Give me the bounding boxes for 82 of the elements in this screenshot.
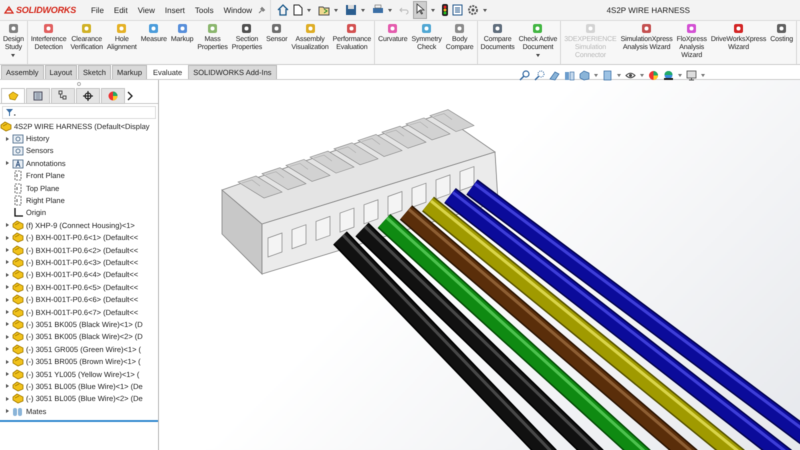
display-style-icon[interactable] — [602, 70, 613, 81]
expand-arrow-icon[interactable] — [4, 298, 10, 302]
expand-arrow-icon[interactable] — [4, 285, 10, 290]
part-icon — [12, 294, 24, 306]
feature-tree-icon — [7, 90, 19, 102]
new-document-icon[interactable] — [293, 4, 304, 16]
print-icon[interactable] — [372, 4, 384, 16]
settings-icon[interactable] — [467, 4, 480, 16]
panel-tab[interactable] — [51, 88, 75, 104]
scene-icon[interactable] — [663, 70, 674, 81]
menu-item[interactable]: View — [132, 4, 160, 16]
part-icon — [12, 306, 24, 318]
grip-dot-icon[interactable] — [77, 82, 81, 86]
pin-icon[interactable] — [257, 6, 266, 14]
plane-icon — [12, 170, 24, 182]
part-icon — [12, 368, 24, 380]
appearance-icon[interactable] — [648, 70, 659, 81]
part-icon — [12, 356, 24, 368]
zoom-to-fit-icon[interactable] — [519, 70, 530, 81]
mates-icon — [12, 406, 24, 417]
chevron-right-icon[interactable] — [126, 90, 134, 100]
expand-arrow-icon[interactable] — [4, 236, 10, 240]
part-icon — [12, 256, 24, 268]
assembly-icon — [0, 120, 12, 132]
annotations-icon — [12, 158, 24, 169]
part-icon — [12, 232, 24, 244]
expand-arrow-icon[interactable] — [4, 334, 10, 339]
part-icon — [12, 269, 24, 280]
document-title: 4S2P WIRE HARNESS — [606, 6, 690, 14]
expand-arrow-icon[interactable] — [4, 223, 10, 228]
expand-arrow-icon[interactable] — [4, 384, 10, 388]
caret-icon — [536, 54, 540, 57]
menu-item[interactable]: Window — [218, 4, 258, 16]
folder-icon — [12, 145, 24, 156]
expand-arrow-icon[interactable] — [4, 396, 10, 401]
expand-arrow-icon[interactable] — [4, 360, 10, 364]
configuration-icon — [57, 90, 69, 102]
monitor-icon[interactable] — [686, 70, 697, 81]
home-icon[interactable] — [277, 4, 290, 16]
appearance-icon — [107, 90, 119, 102]
expand-arrow-icon[interactable] — [4, 322, 10, 326]
panel-tab[interactable] — [76, 88, 100, 104]
part-icon — [12, 244, 24, 256]
menu-item[interactable]: Edit — [108, 4, 133, 16]
save-icon[interactable] — [345, 4, 358, 16]
app-logo: SOLIDWORKS — [16, 5, 76, 15]
filter-icon[interactable] — [5, 108, 16, 117]
eye-icon[interactable] — [625, 70, 636, 81]
part-icon — [12, 380, 24, 392]
folder-icon — [12, 133, 24, 144]
menu-item[interactable]: Tools — [190, 4, 219, 16]
part-icon — [12, 344, 24, 355]
section-view-icon[interactable] — [564, 70, 575, 81]
traffic-light-icon[interactable] — [442, 4, 448, 16]
part-icon — [12, 318, 24, 330]
plane-icon — [12, 195, 24, 206]
property-list-icon — [32, 90, 44, 102]
origin-icon — [12, 207, 24, 218]
panel-tab[interactable] — [26, 88, 50, 104]
expand-arrow-icon[interactable] — [4, 372, 10, 376]
expand-arrow-icon[interactable] — [4, 260, 10, 264]
expand-arrow-icon[interactable] — [4, 161, 10, 166]
menu-item[interactable]: File — [86, 4, 109, 16]
expand-arrow-icon[interactable] — [4, 310, 10, 314]
part-icon — [12, 331, 24, 342]
crosshair-icon — [82, 90, 94, 102]
pointer-icon[interactable] — [415, 3, 426, 15]
open-folder-icon[interactable] — [318, 4, 330, 16]
plane-icon — [12, 182, 24, 194]
part-icon — [12, 220, 24, 231]
caret-icon — [11, 54, 16, 57]
expand-arrow-icon[interactable] — [4, 136, 10, 141]
expand-arrow-icon[interactable] — [4, 248, 10, 252]
part-icon — [12, 393, 24, 404]
menu-item[interactable]: Insert — [160, 4, 190, 16]
expand-arrow-icon[interactable] — [4, 347, 10, 352]
part-icon — [12, 282, 24, 293]
logo-icon — [4, 5, 14, 15]
zoom-area-icon[interactable] — [534, 70, 545, 81]
expand-arrow-icon[interactable] — [4, 272, 10, 277]
file-properties-icon[interactable] — [452, 4, 464, 16]
expand-arrow-icon[interactable] — [4, 409, 10, 414]
